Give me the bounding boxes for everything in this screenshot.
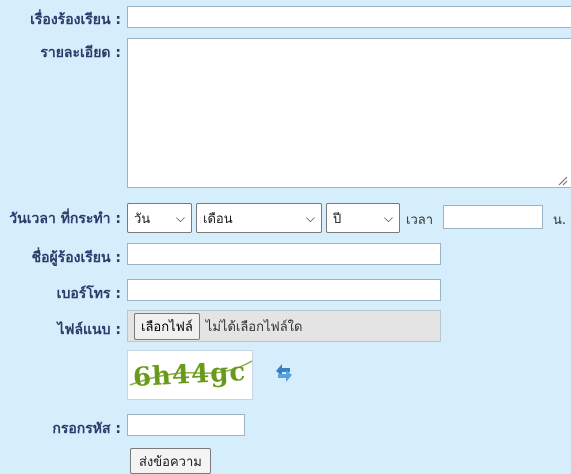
attach-label: ไฟล์แนบ :	[57, 322, 122, 338]
chevron-down-icon: ⌵	[383, 210, 393, 225]
name-input[interactable]	[127, 243, 441, 265]
year-select-value: ปี	[333, 211, 342, 227]
month-select[interactable]: เดือน ⌵	[196, 203, 322, 233]
detail-label: รายละเอียด :	[40, 45, 121, 61]
submit-button[interactable]: ส่งข้อความ	[130, 448, 211, 474]
phone-label: เบอร์โทร :	[56, 286, 121, 302]
captcha-text: 6h44gc	[132, 357, 248, 393]
day-select[interactable]: วัน ⌵	[127, 203, 192, 233]
choose-file-button[interactable]: เลือกไฟล์	[134, 312, 200, 340]
detail-textarea[interactable]	[127, 38, 571, 188]
file-input[interactable]: เลือกไฟล์ ไม่ได้เลือกไฟล์ใด	[127, 310, 441, 342]
year-select[interactable]: ปี ⌵	[326, 203, 400, 233]
time-input[interactable]	[443, 205, 543, 229]
name-label: ชื่อผู้ร้องเรียน :	[31, 250, 121, 266]
chevron-down-icon: ⌵	[175, 210, 185, 225]
month-select-value: เดือน	[203, 211, 233, 227]
datetime-label: วันเวลา ที่กระทำ :	[9, 211, 121, 227]
code-input[interactable]	[127, 414, 245, 436]
resize-grip-icon[interactable]	[558, 176, 568, 186]
time-label: เวลา	[406, 213, 434, 228]
chevron-down-icon: ⌵	[305, 210, 315, 225]
day-select-value: วัน	[134, 211, 151, 227]
subject-input[interactable]	[127, 6, 571, 28]
refresh-icon[interactable]	[272, 361, 296, 385]
file-status: ไม่ได้เลือกไฟล์ใด	[205, 319, 303, 335]
phone-input[interactable]	[127, 279, 441, 301]
time-unit: น.	[553, 213, 567, 228]
subject-label: เรื่องร้องเรียน :	[30, 12, 121, 28]
code-label: กรอกรหัส :	[52, 421, 121, 437]
captcha-image: 6h44gc	[127, 350, 253, 400]
